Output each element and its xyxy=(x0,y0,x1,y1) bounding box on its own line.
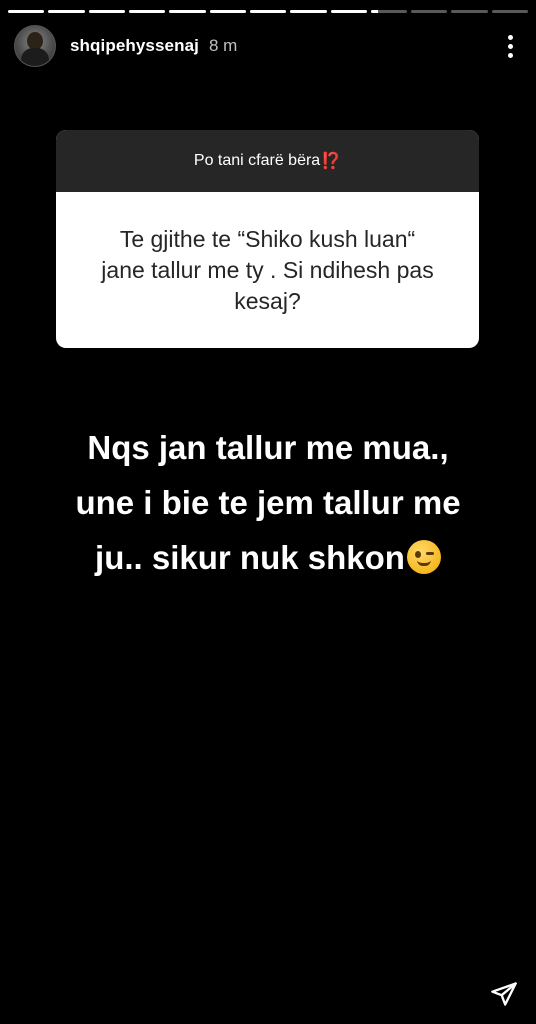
reply-line-1: Nqs jan tallur me mua., xyxy=(87,429,449,466)
question-prompt: Po tani cfarë bëra ⁉️ xyxy=(56,130,479,192)
story-progress-segment xyxy=(330,10,367,13)
story-progress-segment xyxy=(8,10,45,13)
reply-line-3-wrap: ju.. sikur nuk shkon xyxy=(20,530,516,585)
story-progress-segment xyxy=(128,10,166,13)
story-progress-segment xyxy=(290,10,327,13)
exclamation-question-icon: ⁉️ xyxy=(321,153,342,170)
reply-line-3: ju.. sikur nuk shkon xyxy=(95,539,405,576)
story-progress-segment xyxy=(169,10,206,13)
story-header: shqipehyssenaj 8 m xyxy=(14,24,522,68)
more-vertical-icon-dot xyxy=(507,43,513,49)
story-progress-segment xyxy=(209,10,246,13)
winking-face-icon xyxy=(406,540,441,574)
timestamp: 8 m xyxy=(208,36,238,55)
story-progress-segment xyxy=(88,10,125,13)
question-prompt-text: Po tani cfarë bëra xyxy=(193,152,321,169)
story-progress-segment xyxy=(451,10,488,13)
avatar[interactable] xyxy=(14,25,56,67)
story-progress-segment xyxy=(249,10,287,13)
reply-text: Nqs jan tallur me mua., une i bie te jem… xyxy=(20,420,516,585)
reply-line-2: une i bie te jem tallur me xyxy=(75,484,461,521)
more-vertical-icon-dot xyxy=(507,52,513,58)
more-vertical-icon xyxy=(507,34,513,40)
username[interactable]: shqipehyssenaj xyxy=(70,36,199,56)
share-button[interactable] xyxy=(490,980,518,1008)
send-icon xyxy=(491,982,517,1006)
story-progress-bar xyxy=(8,10,529,13)
question-text: Te gjithe te “Shiko kush luan“ jane tall… xyxy=(101,225,434,314)
story-progress-segment xyxy=(48,10,85,13)
story-progress-segment xyxy=(491,10,529,13)
story-progress-segment xyxy=(411,10,448,13)
more-options-button[interactable] xyxy=(498,32,522,60)
question-sticker: Po tani cfarë bëra ⁉️ Te gjithe te “Shiko… xyxy=(56,130,479,348)
story-progress-segment xyxy=(370,10,408,13)
